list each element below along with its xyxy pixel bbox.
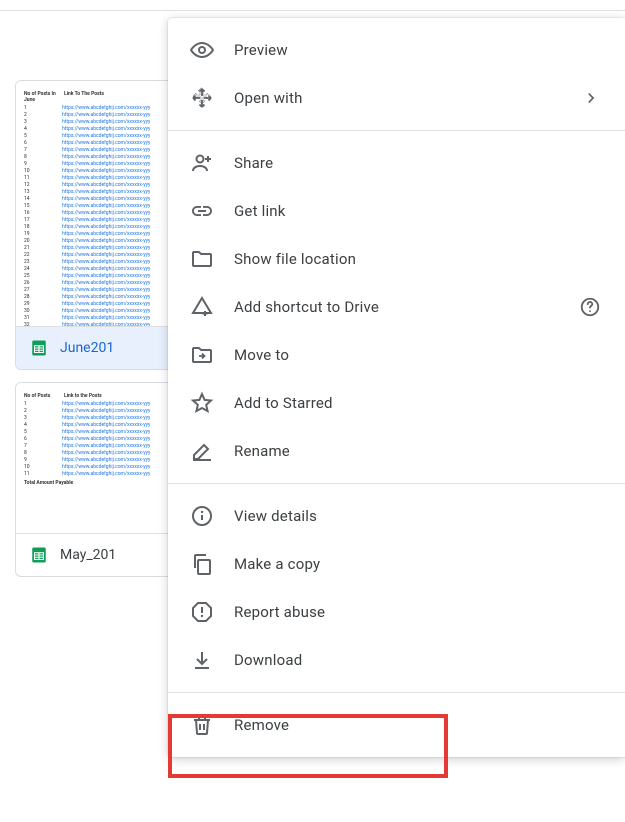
folder-icon	[190, 247, 214, 271]
file-name: May_201	[60, 547, 116, 563]
context-menu: Preview Open with Share Get link Show fi…	[168, 18, 625, 757]
menu-share[interactable]: Share	[168, 139, 625, 187]
menu-divider	[168, 483, 625, 484]
file-name: June201	[60, 340, 114, 356]
menu-remove[interactable]: Remove	[168, 701, 625, 749]
menu-report-abuse[interactable]: Report abuse	[168, 588, 625, 636]
copy-icon	[190, 552, 214, 576]
menu-add-starred[interactable]: Add to Starred	[168, 379, 625, 427]
menu-show-location[interactable]: Show file location	[168, 235, 625, 283]
chevron-right-icon	[581, 88, 601, 108]
menu-rename[interactable]: Rename	[168, 427, 625, 475]
move-arrows-icon	[190, 86, 214, 110]
menu-get-link[interactable]: Get link	[168, 187, 625, 235]
menu-move-to[interactable]: Move to	[168, 331, 625, 379]
person-add-icon	[190, 151, 214, 175]
info-icon	[190, 504, 214, 528]
menu-open-with[interactable]: Open with	[168, 74, 625, 122]
menu-make-copy[interactable]: Make a copy	[168, 540, 625, 588]
menu-download[interactable]: Download	[168, 636, 625, 684]
drive-shortcut-icon	[190, 295, 214, 319]
sheets-icon	[30, 546, 48, 564]
menu-view-details[interactable]: View details	[168, 492, 625, 540]
folder-move-icon	[190, 343, 214, 367]
download-icon	[190, 648, 214, 672]
pencil-icon	[190, 439, 214, 463]
link-icon	[190, 199, 214, 223]
sheets-icon	[30, 339, 48, 357]
menu-divider	[168, 692, 625, 693]
menu-add-shortcut[interactable]: Add shortcut to Drive	[168, 283, 625, 331]
star-icon	[190, 391, 214, 415]
alert-icon	[190, 600, 214, 624]
menu-divider	[168, 130, 625, 131]
eye-icon	[190, 38, 214, 62]
menu-preview[interactable]: Preview	[168, 26, 625, 74]
trash-icon	[190, 713, 214, 737]
help-icon[interactable]	[579, 296, 601, 318]
